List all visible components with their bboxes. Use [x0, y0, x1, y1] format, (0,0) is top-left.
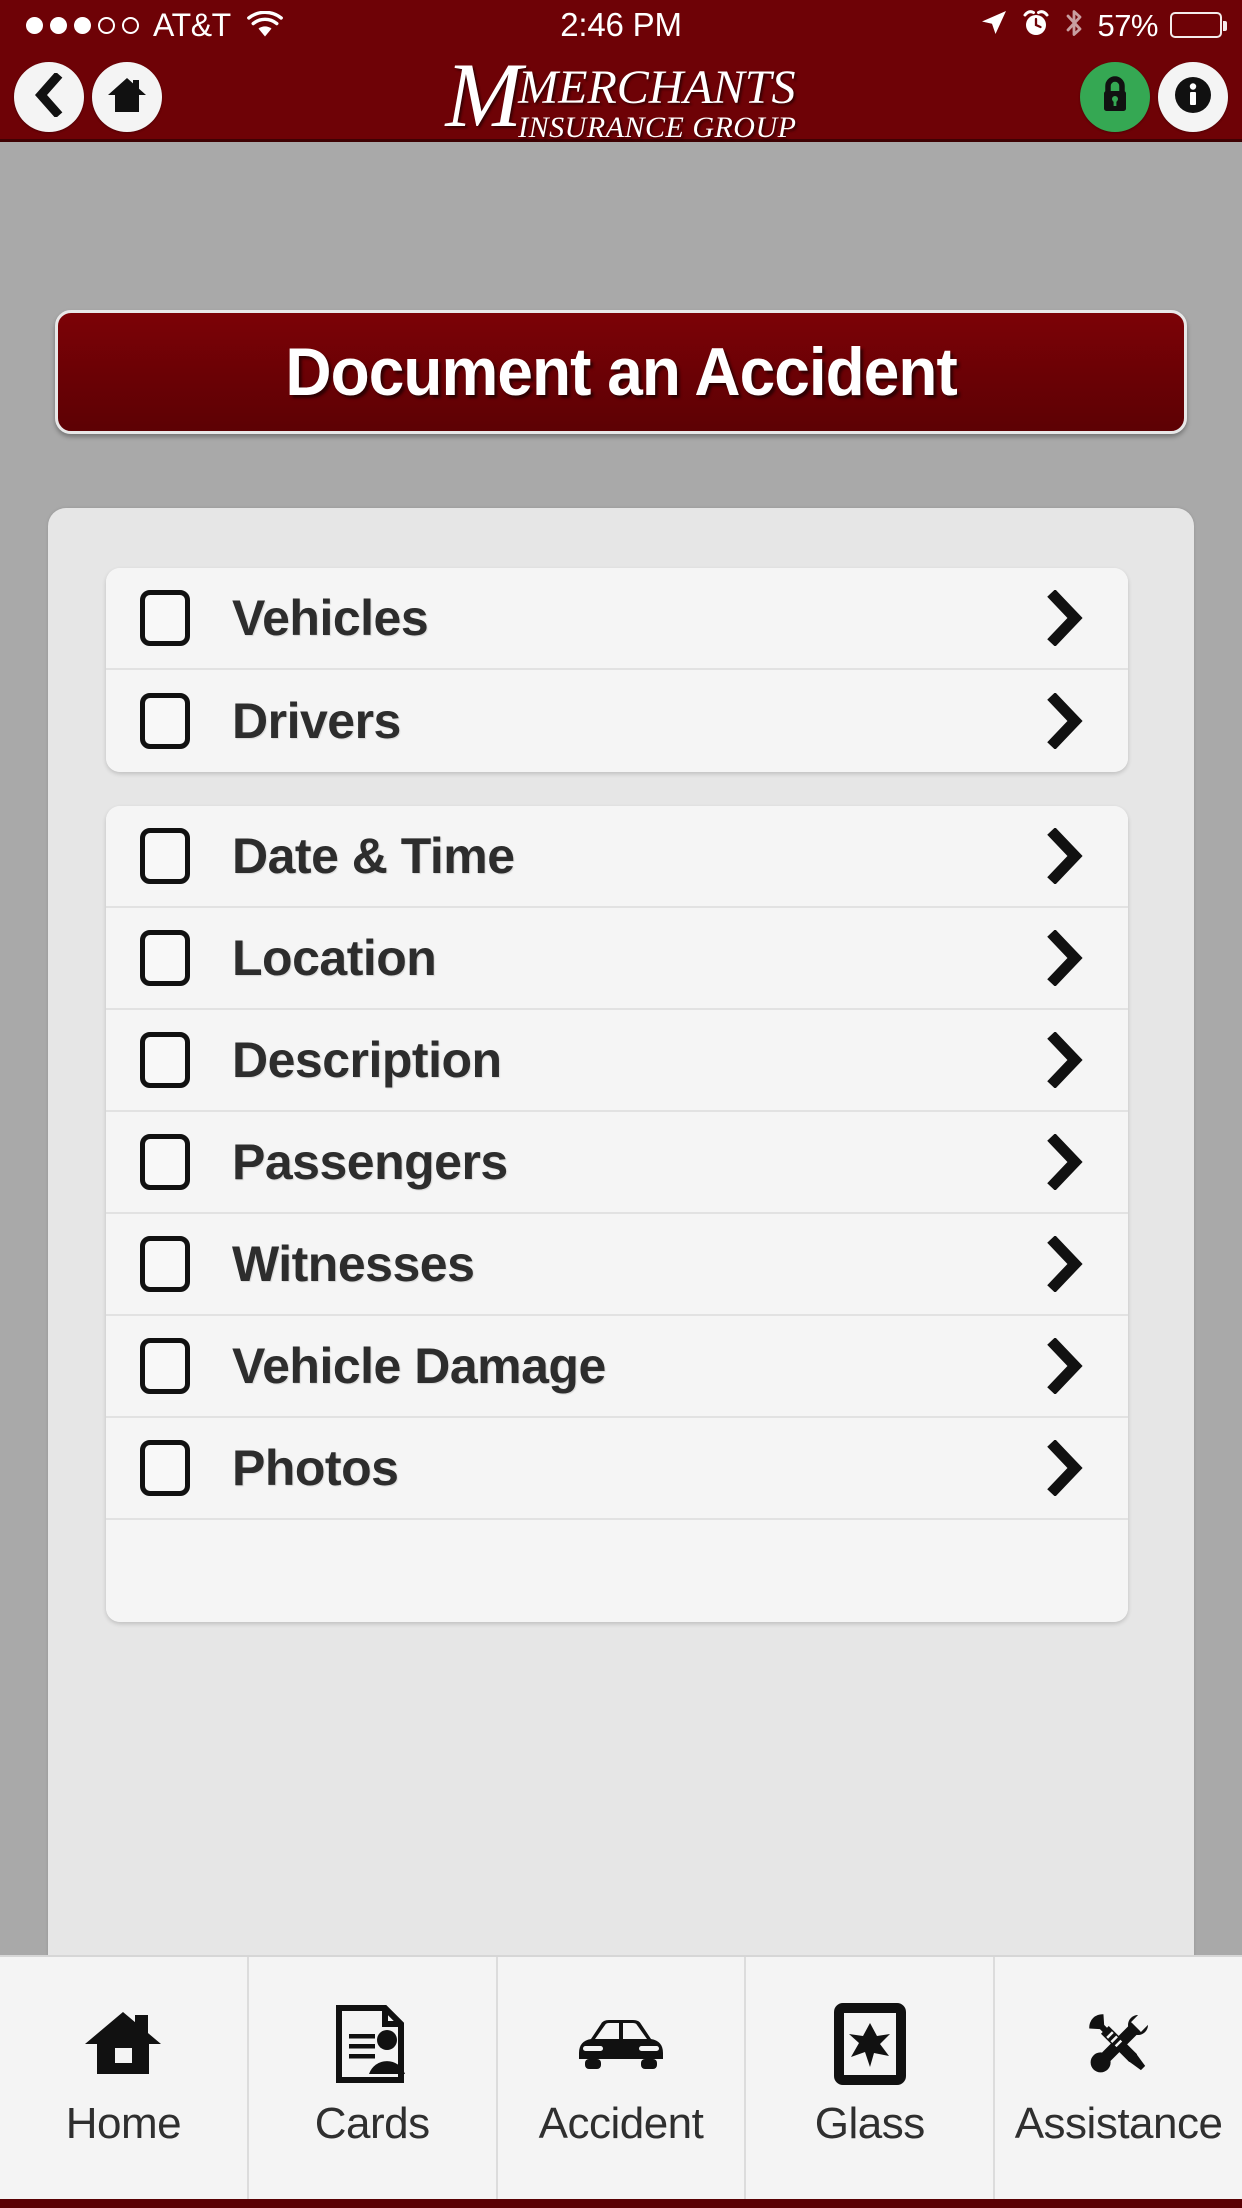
cracked-glass-icon — [833, 2002, 906, 2085]
tab-label: Cards — [314, 2098, 430, 2148]
chevron-right-icon[interactable] — [1044, 930, 1086, 986]
table-row[interactable]: Photos — [106, 1418, 1128, 1520]
table-row[interactable]: Passengers — [106, 1112, 1128, 1214]
tab-label: Accident — [538, 2098, 704, 2148]
row-checkbox[interactable] — [140, 693, 190, 749]
header-home-button[interactable] — [92, 62, 162, 132]
table-row[interactable]: Location — [106, 908, 1128, 1010]
tab-label: Glass — [814, 2098, 925, 2148]
row-label: Vehicle Damage — [232, 1338, 606, 1394]
logo-line2: INSURANCE GROUP — [518, 110, 797, 144]
row-checkbox[interactable] — [140, 1236, 190, 1292]
table-row[interactable]: Vehicles — [106, 568, 1128, 670]
row-label: Witnesses — [232, 1236, 475, 1292]
info-button[interactable] — [1158, 62, 1228, 132]
row-checkbox[interactable] — [140, 828, 190, 884]
chevron-right-icon[interactable] — [1044, 1440, 1086, 1496]
chevron-right-icon[interactable] — [1044, 1236, 1086, 1292]
bluetooth-icon — [1063, 7, 1085, 44]
chevron-right-icon[interactable] — [1044, 1134, 1086, 1190]
tab-accident[interactable]: Accident — [498, 1957, 747, 2208]
status-bar-right: 57% — [979, 7, 1227, 44]
tab-home[interactable]: Home — [0, 1957, 249, 2208]
table-row[interactable]: Date & Time — [106, 806, 1128, 908]
chevron-right-icon[interactable] — [1044, 1338, 1086, 1394]
chevron-right-icon[interactable] — [1044, 1032, 1086, 1088]
row-label: Description — [232, 1032, 502, 1088]
row-label: Photos — [232, 1440, 399, 1496]
status-bar: AT&T 2:46 PM 57% — [0, 0, 1242, 50]
table-row[interactable]: Witnesses — [106, 1214, 1128, 1316]
tab-label: Home — [65, 2098, 182, 2148]
row-checkbox[interactable] — [140, 1134, 190, 1190]
chevron-right-icon[interactable] — [1044, 590, 1086, 646]
row-label: Vehicles — [232, 590, 429, 646]
bottom-accent-strip — [0, 2199, 1242, 2208]
main-content: Document an Accident Vehicles Drivers Da… — [0, 145, 1242, 1955]
row-label: Drivers — [232, 693, 401, 749]
row-label: Date & Time — [232, 828, 515, 884]
id-card-document-icon — [333, 2004, 411, 2083]
alarm-clock-icon — [1021, 8, 1051, 43]
battery-percent-label: 57% — [1097, 7, 1158, 43]
checklist-group-1: Vehicles Drivers — [106, 568, 1128, 772]
tab-cards[interactable]: Cards — [249, 1957, 498, 2208]
tab-glass[interactable]: Glass — [746, 1957, 996, 2208]
page-title-banner: Document an Accident — [55, 310, 1187, 434]
back-button[interactable] — [14, 62, 84, 132]
row-checkbox[interactable] — [140, 930, 190, 986]
app-screen: AT&T 2:46 PM 57% M MERCHANTS INSURANCE G… — [0, 0, 1242, 2208]
chevron-right-icon[interactable] — [1044, 693, 1086, 749]
app-header: M MERCHANTS INSURANCE GROUP — [0, 44, 1242, 147]
row-checkbox[interactable] — [140, 590, 190, 646]
row-checkbox[interactable] — [140, 1440, 190, 1496]
logo-monogram: M — [445, 44, 523, 147]
chevron-left-icon — [32, 71, 66, 122]
row-checkbox[interactable] — [140, 1338, 190, 1394]
home-icon — [81, 2005, 165, 2083]
brand-logo: M MERCHANTS INSURANCE GROUP — [0, 44, 1242, 147]
car-icon — [571, 2005, 671, 2083]
tab-assistance[interactable]: Assistance — [995, 1957, 1242, 2208]
table-row[interactable]: Vehicle Damage — [106, 1316, 1128, 1418]
row-label: Location — [232, 930, 437, 986]
table-row[interactable]: Drivers — [106, 670, 1128, 772]
checklist-group-2: Date & Time Location Description Passeng… — [106, 806, 1128, 1622]
page-title: Document an Accident — [285, 334, 957, 410]
logo-line1: MERCHANTS — [518, 61, 796, 115]
bottom-tab-bar: Home Cards Accident Glass Assistance — [0, 1955, 1242, 2208]
home-icon — [106, 74, 148, 121]
lock-button[interactable] — [1080, 62, 1150, 132]
row-label: Passengers — [232, 1134, 508, 1190]
table-row[interactable]: Description — [106, 1010, 1128, 1112]
chevron-right-icon[interactable] — [1044, 828, 1086, 884]
location-arrow-icon — [979, 8, 1009, 43]
battery-icon — [1170, 12, 1227, 38]
wrench-screwdriver-icon — [1076, 2005, 1162, 2083]
checklist-panel: Vehicles Drivers Date & Time Location De… — [48, 508, 1194, 1955]
tab-label: Assistance — [1014, 2098, 1223, 2148]
table-row-partial[interactable] — [106, 1520, 1128, 1622]
row-checkbox[interactable] — [140, 1032, 190, 1088]
info-icon — [1171, 73, 1215, 122]
lock-icon — [1098, 74, 1132, 121]
